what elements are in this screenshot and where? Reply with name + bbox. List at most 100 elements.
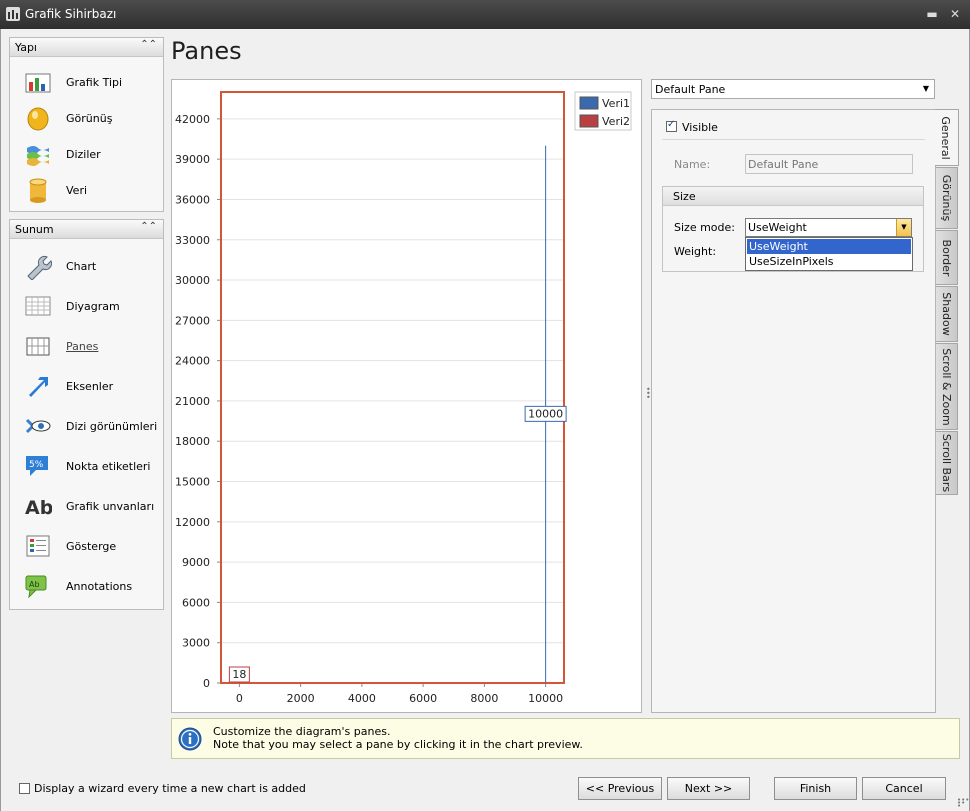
app-icon	[6, 7, 20, 21]
nav-item-diziler[interactable]: Diziler	[10, 136, 163, 172]
legend-label: Veri1	[602, 97, 630, 110]
y-tick-label: 9000	[182, 556, 210, 569]
size-mode-option-useweight[interactable]: UseWeight	[747, 239, 911, 254]
x-tick-label: 2000	[287, 692, 315, 705]
x-tick-label: 4000	[348, 692, 376, 705]
visible-checkbox[interactable]	[666, 119, 677, 132]
diagram-icon	[25, 296, 51, 316]
y-tick-label: 42000	[175, 113, 210, 126]
y-tick-label: 15000	[175, 476, 210, 489]
resize-grip-icon[interactable]: ••• •• •	[957, 797, 969, 810]
y-tick-label: 12000	[175, 516, 210, 529]
nav-item-label: Eksenler	[66, 380, 114, 393]
panel-splitter[interactable]: • • •	[646, 386, 651, 402]
close-button[interactable]: ✕	[948, 8, 962, 21]
chevron-down-icon: ▼	[922, 84, 929, 93]
y-tick-label: 18000	[175, 435, 210, 448]
y-tick-label: 27000	[175, 314, 210, 327]
tab-scroll-bars[interactable]: Scroll Bars	[936, 431, 958, 495]
nav-item-chart[interactable]: Chart	[10, 248, 163, 284]
nav-item-label: Grafik Tipi	[66, 76, 123, 89]
hint-line-1: Customize the diagram's panes.	[213, 725, 391, 738]
y-tick-label: 24000	[175, 355, 210, 368]
nav-item-label: Panes	[66, 340, 99, 353]
legend-label: Veri2	[602, 115, 630, 128]
wrench-icon	[27, 255, 52, 280]
tab-general[interactable]: General	[935, 109, 959, 166]
pane-border	[220, 91, 565, 684]
nav-group-yapi-header[interactable]: Yapı ⌃⌃	[10, 38, 163, 57]
legend-swatch	[579, 96, 599, 110]
cancel-button[interactable]: Cancel	[862, 777, 946, 800]
nav-item-grafik-unvanlari[interactable]: Ab Grafik unvanları	[10, 488, 163, 524]
series-icon	[27, 146, 49, 166]
data-label: 10000	[528, 407, 563, 420]
pane-select[interactable]: Default Pane ▼	[651, 79, 935, 99]
y-tick-label: 36000	[175, 193, 210, 206]
nav-item-label: Annotations	[66, 580, 133, 593]
wizard-checkbox[interactable]	[19, 783, 30, 794]
tab-border[interactable]: Border	[936, 230, 958, 285]
collapse-icon[interactable]: ⌃⌃	[140, 221, 157, 232]
y-tick-label: 6000	[182, 596, 210, 609]
finish-button[interactable]: Finish	[774, 777, 857, 800]
annotations-icon: Ab	[25, 575, 47, 599]
nav-item-gosterge[interactable]: Gösterge	[10, 528, 163, 564]
collapse-icon[interactable]: ⌃⌃	[140, 39, 157, 50]
chart-titles-icon: Ab	[25, 497, 52, 519]
next-button[interactable]: Next >>	[667, 777, 750, 800]
nav-item-eksenler[interactable]: Eksenler	[10, 368, 163, 404]
tab-shadow[interactable]: Shadow	[936, 286, 958, 342]
visible-label: Visible	[682, 121, 718, 134]
nav-item-veri[interactable]: Veri	[10, 172, 163, 208]
size-group-header: Size	[663, 187, 923, 206]
nav-item-label: Chart	[66, 260, 97, 273]
tab-scroll-bars-label: Scroll Bars	[940, 433, 953, 493]
tab-gorunus[interactable]: Görünüş	[936, 167, 958, 229]
name-field[interactable]	[745, 154, 913, 174]
nav-item-annotations[interactable]: Ab Annotations	[10, 568, 163, 604]
nav-group-yapi: Yapı ⌃⌃ Grafik Tipi Görünüş Diziler Veri	[9, 37, 164, 212]
nav-item-panes[interactable]: Panes	[10, 328, 163, 364]
chevron-down-icon[interactable]: ▼	[896, 219, 911, 236]
chart-preview[interactable]: 0 3000 6000 9000 12000 15000 18000 21000 24000 27…	[171, 79, 642, 713]
nav-item-label: Diziler	[66, 148, 101, 161]
nav-item-dizi-gorunumleri[interactable]: Dizi görünümleri	[10, 408, 163, 444]
hint-line-2: Note that you may select a pane by click…	[213, 738, 583, 751]
data-label: 18	[232, 668, 246, 681]
nav-item-label: Veri	[66, 184, 88, 197]
divider	[662, 139, 925, 140]
nav-item-label: Gösterge	[66, 540, 117, 553]
window-title: Grafik Sihirbazı	[25, 7, 117, 21]
weight-label: Weight:	[674, 245, 717, 258]
chart-svg[interactable]: 0 3000 6000 9000 12000 15000 18000 21000 24000 27…	[172, 80, 641, 712]
nav-item-gorunus[interactable]: Görünüş	[10, 100, 163, 136]
nav-item-label: Görünüş	[66, 112, 113, 125]
nav-group-sunum-header[interactable]: Sunum ⌃⌃	[10, 220, 163, 239]
tab-scroll-zoom[interactable]: Scroll & Zoom	[936, 343, 958, 430]
tab-gorunus-label: Görünüş	[940, 174, 953, 222]
x-tick-label: 0	[236, 692, 243, 705]
nav-item-label: Nokta etiketleri	[66, 460, 151, 473]
y-tick-label: 21000	[175, 395, 210, 408]
x-tick-label: 6000	[409, 692, 437, 705]
hint-bar: Customize the diagram's panes. Note that…	[171, 718, 960, 759]
size-mode-dropdown[interactable]: UseWeight UseSizeInPixels	[745, 237, 913, 271]
previous-button[interactable]: << Previous	[578, 777, 662, 800]
nav-item-diyagram[interactable]: Diyagram	[10, 288, 163, 324]
size-mode-combo[interactable]: UseWeight ▼	[745, 218, 912, 237]
nav-item-grafik-tipi[interactable]: Grafik Tipi	[10, 64, 163, 100]
nav-item-nokta-etiketleri[interactable]: 5% Nokta etiketleri	[10, 448, 163, 484]
title-bar: Grafik Sihirbazı ▬ ✕	[0, 0, 970, 29]
nav-item-label: Dizi görünümleri	[66, 420, 158, 433]
legend-swatch	[579, 114, 599, 128]
x-tick-label: 8000	[470, 692, 498, 705]
minimize-button[interactable]: ▬	[925, 8, 939, 21]
nav-item-label: Diyagram	[66, 300, 120, 313]
point-labels-icon: 5%	[26, 456, 48, 476]
y-tick-label: 33000	[175, 234, 210, 247]
size-mode-value: UseWeight	[748, 221, 807, 234]
size-mode-option-usesizeinpixels[interactable]: UseSizeInPixels	[747, 254, 911, 269]
axes-arrow-icon	[29, 377, 48, 397]
size-group-title: Size	[673, 190, 696, 203]
